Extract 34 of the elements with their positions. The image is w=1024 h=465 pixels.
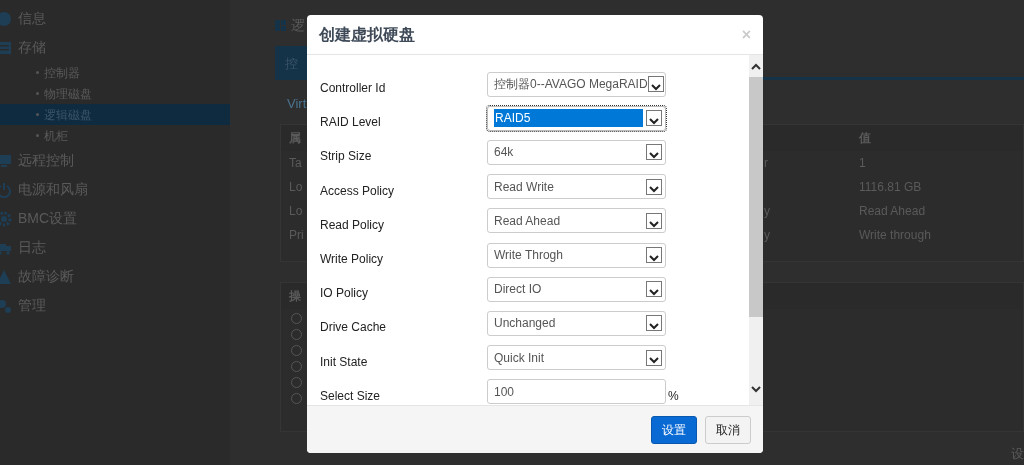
close-button[interactable]: × <box>741 22 751 47</box>
field-label: Read Policy <box>320 216 386 234</box>
field-label: IO Policy <box>320 285 369 303</box>
field-label: RAID Level <box>320 114 382 132</box>
dropdown[interactable]: 控制器0--AVAGO MegaRAID <box>487 71 666 97</box>
dropdown[interactable]: 64k <box>487 139 666 165</box>
dropdown[interactable]: Unchanged <box>487 310 666 336</box>
field-label: Write Policy <box>320 251 385 269</box>
field-label: Controller Id <box>320 80 387 98</box>
gears-icon <box>0 297 12 314</box>
input-field[interactable]: 100 <box>487 379 666 405</box>
power-icon <box>0 181 12 198</box>
info-icon <box>0 10 12 27</box>
scrollbar[interactable] <box>749 55 763 405</box>
dropdown[interactable]: Quick Init <box>487 345 666 371</box>
unit-label: % <box>668 387 679 405</box>
dropdown[interactable]: Write Throgh <box>487 242 666 268</box>
gear-icon <box>0 210 12 227</box>
set-button[interactable]: 设置 <box>651 415 697 444</box>
field-label: Init State <box>320 353 369 371</box>
dropdown[interactable]: Read Write <box>487 174 666 200</box>
monitor-icon <box>0 152 12 169</box>
dropdown[interactable]: Read Ahead <box>487 208 666 234</box>
field-label: Drive Cache <box>320 319 388 337</box>
scroll-down-icon[interactable] <box>750 383 762 395</box>
dropdown[interactable]: RAID5 <box>487 105 666 131</box>
field-label: Access Policy <box>320 182 396 200</box>
warning-icon <box>0 268 12 285</box>
dialog-title: 创建虚拟硬盘 <box>319 24 415 45</box>
grid-icon <box>275 19 286 31</box>
field-label: Select Size <box>320 387 382 405</box>
dropdown[interactable]: Direct IO <box>487 276 666 302</box>
cancel-button[interactable]: 取消 <box>705 415 751 444</box>
field-label: Strip Size <box>320 148 373 166</box>
